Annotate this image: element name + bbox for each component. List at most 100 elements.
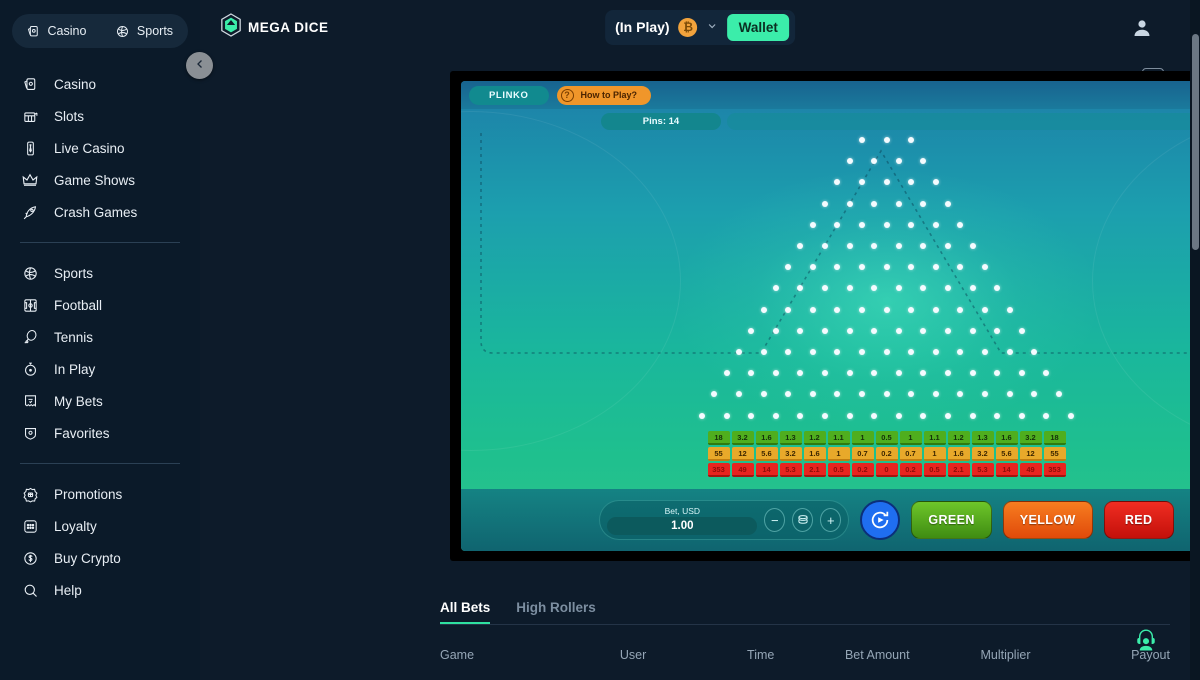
plinko-pin xyxy=(871,200,878,207)
multiplier-cell[interactable]: 55 xyxy=(707,447,730,461)
sidebar-item-sports-label: Sports xyxy=(54,265,94,281)
multiplier-cell[interactable]: 0.2 xyxy=(875,447,898,461)
bet-decrease-button[interactable]: − xyxy=(764,508,786,532)
multiplier-cell[interactable]: 1 xyxy=(923,447,946,461)
sidebar-item-game-shows[interactable]: Game Shows xyxy=(0,164,200,196)
multiplier-cell[interactable]: 1.6 xyxy=(947,447,970,461)
sidebar-item-buy-crypto[interactable]: Buy Crypto xyxy=(0,542,200,574)
sidebar-item-sports[interactable]: Sports xyxy=(0,257,200,289)
nav-group-casino: Casino Slots Live Casino Game Shows Cras… xyxy=(0,68,200,228)
bet-label: Bet, USD xyxy=(664,505,701,516)
how-to-play-button[interactable]: ? How to Play? xyxy=(556,85,652,105)
multiplier-cell[interactable]: 3.2 xyxy=(1019,431,1042,445)
plinko-pin xyxy=(932,349,939,355)
sidebar-item-football[interactable]: Football xyxy=(0,289,200,321)
toggle-casino[interactable]: Casino xyxy=(12,14,100,48)
multiplier-cell[interactable]: 1.2 xyxy=(947,431,970,445)
multiplier-cell[interactable]: 0.5 xyxy=(923,463,946,477)
multiplier-cell[interactable]: 1.6 xyxy=(995,431,1018,445)
sidebar-item-promotions[interactable]: Promotions xyxy=(0,478,200,510)
scrollbar-thumb[interactable] xyxy=(1192,34,1199,250)
multiplier-cell[interactable]: 3.2 xyxy=(731,431,754,445)
sidebar-item-tennis[interactable]: Tennis xyxy=(0,321,200,353)
multiplier-cell[interactable]: 353 xyxy=(1043,463,1066,477)
bet-green-button[interactable]: GREEN xyxy=(911,501,992,539)
multiplier-cell[interactable]: 49 xyxy=(731,463,754,477)
toggle-sports[interactable]: Sports xyxy=(100,14,188,48)
sidebar-item-favorites[interactable]: Favorites xyxy=(0,417,200,449)
multiplier-cell[interactable]: 55 xyxy=(1043,447,1066,461)
bet-input[interactable]: 1.00 xyxy=(607,516,758,535)
sidebar-item-my-bets[interactable]: My Bets xyxy=(0,385,200,417)
multiplier-cell[interactable]: 0.5 xyxy=(875,431,898,445)
multiplier-cell[interactable]: 1 xyxy=(827,447,850,461)
multiplier-cell[interactable]: 2.1 xyxy=(947,463,970,477)
chips-stack-icon[interactable] xyxy=(792,508,814,532)
multiplier-cell[interactable]: 3.2 xyxy=(779,447,802,461)
multiplier-cell[interactable]: 5.6 xyxy=(995,447,1018,461)
sidebar-item-help[interactable]: Help xyxy=(0,574,200,606)
user-avatar-icon[interactable] xyxy=(1130,16,1154,40)
multiplier-cell[interactable]: 1.3 xyxy=(971,431,994,445)
multiplier-cell[interactable]: 14 xyxy=(995,463,1018,477)
multiplier-cell[interactable]: 2.1 xyxy=(803,463,826,477)
multiplier-cell[interactable]: 1 xyxy=(899,431,922,445)
chevron-down-icon[interactable] xyxy=(707,20,719,35)
sidebar-item-slots[interactable]: Slots xyxy=(0,100,200,132)
game-title-chip[interactable]: PLINKO xyxy=(469,85,549,105)
multiplier-cell[interactable]: 0.7 xyxy=(899,447,922,461)
multiplier-cell[interactable]: 3.2 xyxy=(971,447,994,461)
multiplier-cell[interactable]: 5.3 xyxy=(779,463,802,477)
tab-all-bets[interactable]: All Bets xyxy=(440,600,490,624)
multiplier-cell[interactable]: 1.3 xyxy=(779,431,802,445)
tab-high-rollers[interactable]: High Rollers xyxy=(516,600,596,624)
top-header: MEGA DICE (In Play) ₿ Wallet xyxy=(200,0,1200,54)
wallet-button[interactable]: Wallet xyxy=(727,13,789,41)
sidebar-item-live-casino[interactable]: Live Casino xyxy=(0,132,200,164)
sidebar-collapse-button[interactable] xyxy=(186,52,213,79)
brand-logo[interactable]: MEGA DICE xyxy=(220,12,329,42)
bet-increase-button[interactable]: + xyxy=(820,508,842,532)
gift-badge-icon xyxy=(20,486,40,503)
sidebar-item-casino[interactable]: Casino xyxy=(0,68,200,100)
multiplier-cell[interactable]: 18 xyxy=(707,431,730,445)
column-header-bet-amount: Bet Amount xyxy=(844,648,910,662)
rocket-icon xyxy=(20,204,40,221)
bitcoin-icon[interactable]: ₿ xyxy=(678,17,698,37)
multiplier-cell[interactable]: 5.6 xyxy=(755,447,778,461)
multiplier-cell[interactable]: 0.5 xyxy=(827,463,850,477)
multiplier-cell[interactable]: 0.7 xyxy=(851,447,874,461)
sidebar-item-help-label: Help xyxy=(54,582,82,598)
multiplier-cell[interactable]: 49 xyxy=(1019,463,1042,477)
sidebar-item-in-play[interactable]: In Play xyxy=(0,353,200,385)
multiplier-cell[interactable]: 14 xyxy=(755,463,778,477)
multiplier-cell[interactable]: 12 xyxy=(731,447,754,461)
game-frame: PLINKO ? How to Play? 0.00 USD Pins: 14 xyxy=(450,71,1200,561)
multiplier-cell[interactable]: 1.1 xyxy=(827,431,850,445)
multiplier-cell[interactable]: 353 xyxy=(707,463,730,477)
multiplier-cell[interactable]: 5.3 xyxy=(971,463,994,477)
multiplier-cell[interactable]: 1.2 xyxy=(803,431,826,445)
multiplier-cell[interactable]: 0.2 xyxy=(851,463,874,477)
sidebar-item-my-bets-label: My Bets xyxy=(54,393,103,409)
bet-yellow-button[interactable]: YELLOW xyxy=(1002,501,1093,539)
ball-icon xyxy=(20,265,40,282)
support-headset-icon[interactable] xyxy=(1132,626,1160,654)
sidebar-item-crash-games[interactable]: Crash Games xyxy=(0,196,200,228)
sidebar-item-loyalty[interactable]: Loyalty xyxy=(0,510,200,542)
multiplier-cell[interactable]: 1 xyxy=(851,431,874,445)
dealer-tie-icon xyxy=(20,140,40,157)
auto-play-icon[interactable] xyxy=(860,500,901,540)
pins-slider-track[interactable] xyxy=(727,113,1200,130)
pins-count-chip[interactable]: Pins: 14 xyxy=(601,113,721,130)
multiplier-cell[interactable]: 0 xyxy=(875,463,898,477)
multiplier-cell[interactable]: 1.6 xyxy=(803,447,826,461)
page-scrollbar[interactable] xyxy=(1190,0,1200,680)
bet-red-button[interactable]: RED xyxy=(1103,501,1174,539)
toggle-sports-label: Sports xyxy=(136,24,174,38)
multiplier-cell[interactable]: 0.2 xyxy=(899,463,922,477)
multiplier-cell[interactable]: 18 xyxy=(1043,431,1066,445)
multiplier-cell[interactable]: 1.6 xyxy=(755,431,778,445)
multiplier-cell[interactable]: 12 xyxy=(1019,447,1042,461)
multiplier-cell[interactable]: 1.1 xyxy=(923,431,946,445)
